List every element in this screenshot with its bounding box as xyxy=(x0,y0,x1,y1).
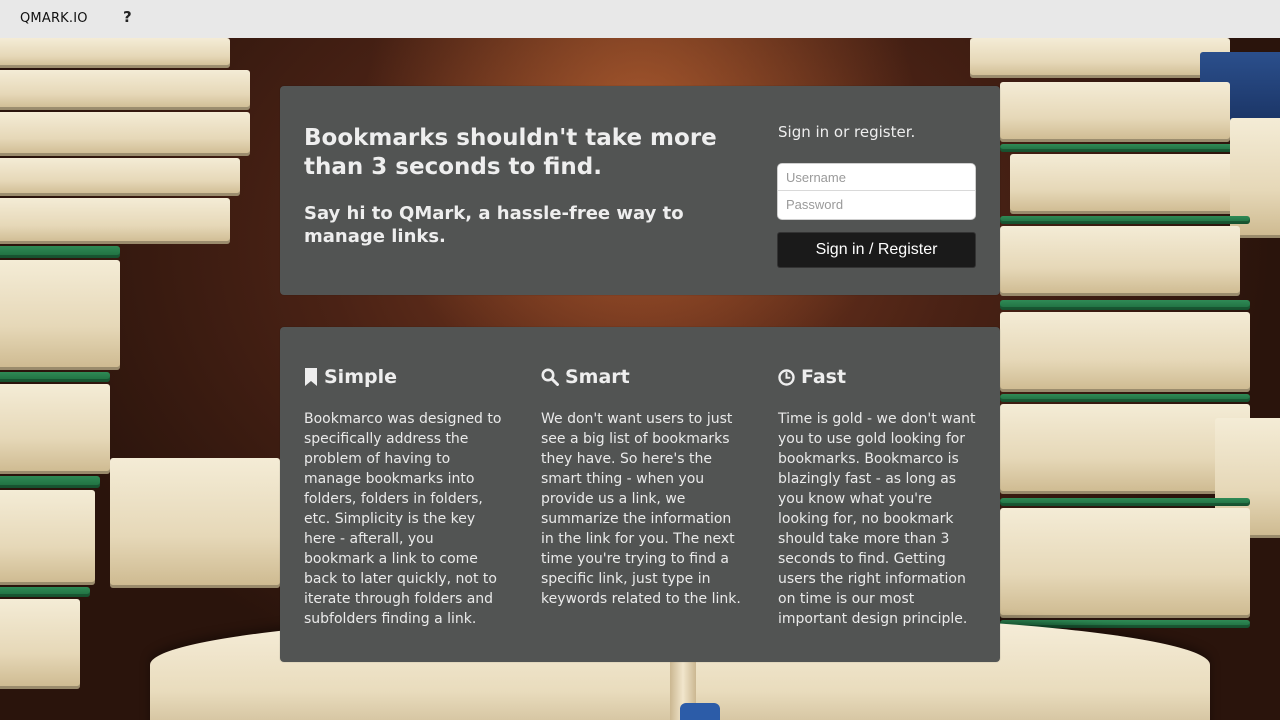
feature-title-text: Simple xyxy=(324,366,397,388)
feature-simple: Simple Bookmarco was designed to specifi… xyxy=(304,365,504,629)
brand-logo[interactable]: QMARK.IO xyxy=(20,11,88,26)
hero-panel: Bookmarks shouldn't take more than 3 sec… xyxy=(280,86,1000,295)
feature-title-text: Smart xyxy=(565,366,630,388)
search-icon xyxy=(541,368,559,386)
feature-title: Smart xyxy=(541,365,741,389)
password-input[interactable] xyxy=(778,191,975,217)
hero-subheadline: Say hi to QMark, a hassle-free way to ma… xyxy=(304,203,684,247)
signin-register-button[interactable]: Sign in / Register xyxy=(778,233,975,267)
feature-description: Bookmarco was designed to specifically a… xyxy=(304,411,502,627)
top-nav: QMARK.IO ? xyxy=(0,0,1280,38)
signin-title: Sign in or register. xyxy=(778,123,916,141)
feature-description: Time is gold - we don't want you to use … xyxy=(778,411,976,627)
username-input[interactable] xyxy=(778,164,975,190)
feature-title: Simple xyxy=(304,365,504,389)
feature-description: We don't want users to just see a big li… xyxy=(541,411,741,607)
clock-icon xyxy=(778,368,795,386)
feature-title-text: Fast xyxy=(801,366,847,388)
feature-title: Fast xyxy=(778,365,978,389)
features-panel: Simple Bookmarco was designed to specifi… xyxy=(280,327,1000,662)
signin-form xyxy=(778,164,975,219)
feature-smart: Smart We don't want users to just see a … xyxy=(541,365,741,609)
help-link[interactable]: ? xyxy=(123,8,132,26)
hero-headline: Bookmarks shouldn't take more than 3 sec… xyxy=(304,125,717,180)
feature-fast: Fast Time is gold - we don't want you to… xyxy=(778,365,978,629)
bookmark-icon xyxy=(305,368,317,386)
